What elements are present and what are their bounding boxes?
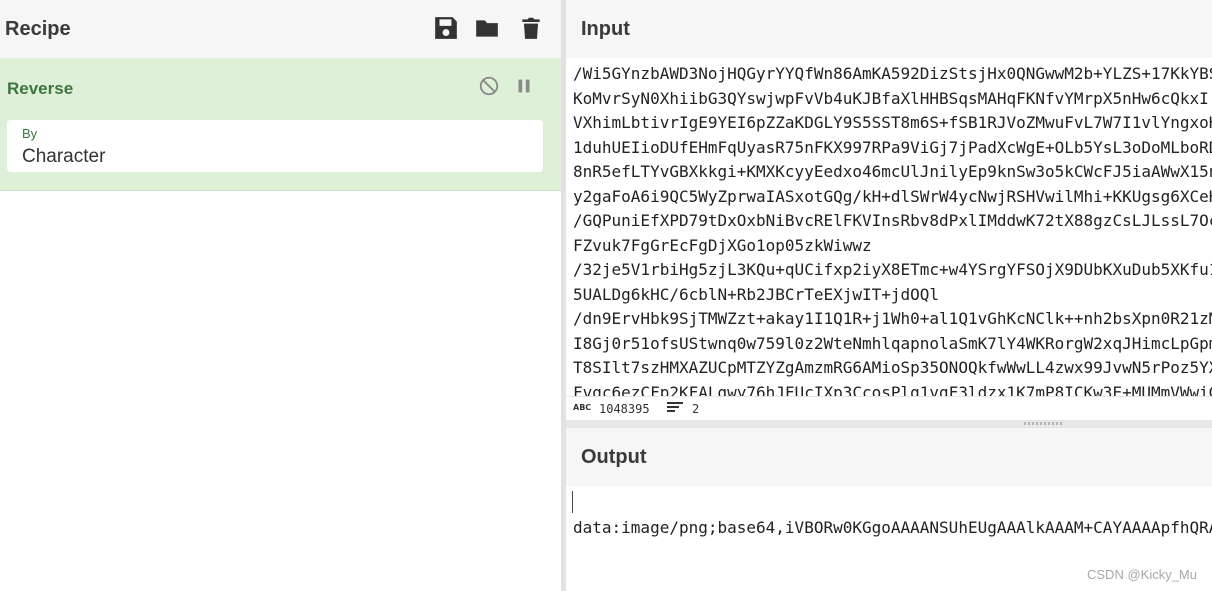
input-line: I8Gj0r51ofsUStwnq0w759l0z2WteNmhlqapnola… <box>573 333 1212 353</box>
input-line: /GQPuniEfXPD79tDxOxbNiBvcRElFKVInsRbv8dP… <box>573 211 1212 230</box>
input-title: Input <box>581 18 630 40</box>
disable-icon[interactable] <box>478 75 500 97</box>
save-icon[interactable] <box>433 14 459 42</box>
input-line: Fvgc6ezCFp2KFALgwy76hJFUcIXp3CcosPlg1vgF… <box>573 382 1212 397</box>
input-line: /dn9ErvHbk9SjTMWZzt+akay1I1Q1R+j1Wh0+al1… <box>573 309 1212 328</box>
output-title: Output <box>581 446 647 468</box>
io-splitter[interactable] <box>566 420 1212 428</box>
watermark: CSDN @Kicky_Mu <box>1087 567 1197 582</box>
output-textarea[interactable]: data:image/png;base64,iVBORw0KGgoAAAANSU… <box>566 486 1212 591</box>
line-count: 2 <box>692 402 700 416</box>
splitter-grip[interactable] <box>1024 422 1064 425</box>
char-count: 1048395 <box>599 402 650 416</box>
input-statusbar: ABC 1048395 2 <box>566 396 1212 421</box>
by-value[interactable]: Character <box>22 146 105 168</box>
input-line: 1duhUEIioDUfEHmFqUyasR75nFKX997RPa9ViGj7… <box>573 137 1212 157</box>
input-line: VXhimLbtivrIgE9YEI6pZZaKDGLY9S5SST8m6S+f… <box>573 113 1212 132</box>
pause-icon[interactable] <box>513 75 535 97</box>
folder-icon[interactable] <box>474 14 500 42</box>
by-select[interactable]: By Character <box>7 120 543 172</box>
line-count-icon <box>666 400 686 414</box>
trash-icon[interactable] <box>518 14 544 42</box>
input-line: 5UALDg6kHC/6cblN+Rb2JBCrTeEXjwIT+jdOQl <box>573 284 940 304</box>
io-panel: Input /Wi5GYnzbAWD3NojHQGyrYYQfWn86AmKA5… <box>566 0 1212 591</box>
recipe-panel: Recipe Reverse By Character <box>0 0 561 591</box>
input-textarea[interactable]: /Wi5GYnzbAWD3NojHQGyrYYQfWn86AmKA592DizS… <box>566 58 1212 396</box>
operation-name: Reverse <box>7 79 74 98</box>
recipe-title: Recipe <box>5 18 71 40</box>
input-line: KoMvrSyN0XhiibG3QYswjwpFvVb4uKJBfaXlHHBS… <box>573 88 1209 108</box>
recipe-header: Recipe <box>0 0 561 59</box>
output-header: Output <box>566 428 1212 487</box>
input-line: /Wi5GYnzbAWD3NojHQGyrYYQfWn86AmKA592DizS… <box>573 64 1212 83</box>
input-line: y2gaFoA6i9QC5WyZprwaIASxotGQg/kH+dlSWrW4… <box>573 186 1212 206</box>
input-line: T8SIlt7szHMXAZUCpMTZYZgAmzmRG6AMioSp35ON… <box>573 358 1212 377</box>
text-cursor <box>572 491 573 513</box>
input-line: /32je5V1rbiHg5zjL3KQu+qUCifxp2iyX8ETmc+w… <box>573 260 1212 279</box>
input-line: FZvuk7FgGrEcFgDjXGo1op05zkWiwwz <box>573 235 872 255</box>
char-count-icon: ABC <box>573 400 593 414</box>
operation-reverse[interactable]: Reverse By Character <box>0 58 561 191</box>
output-text: data:image/png;base64,iVBORw0KGgoAAAANSU… <box>573 518 1212 537</box>
input-header: Input <box>566 0 1212 59</box>
input-line: 8nR5efLTYvGBXkkgi+KMXKcyyEedxo46mcUlJnil… <box>573 162 1212 181</box>
by-label: By <box>22 126 38 141</box>
svg-text:ABC: ABC <box>573 403 591 412</box>
